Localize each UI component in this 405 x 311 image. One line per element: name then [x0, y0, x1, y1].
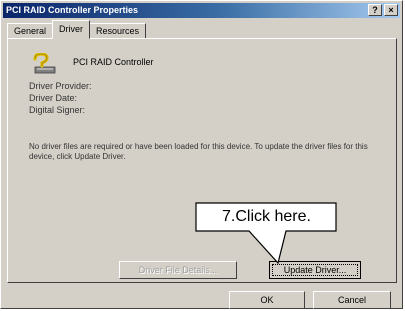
- callout-bubble: [195, 202, 337, 265]
- tab-driver[interactable]: Driver: [52, 20, 91, 39]
- callout-text: 7.Click here.: [222, 208, 311, 225]
